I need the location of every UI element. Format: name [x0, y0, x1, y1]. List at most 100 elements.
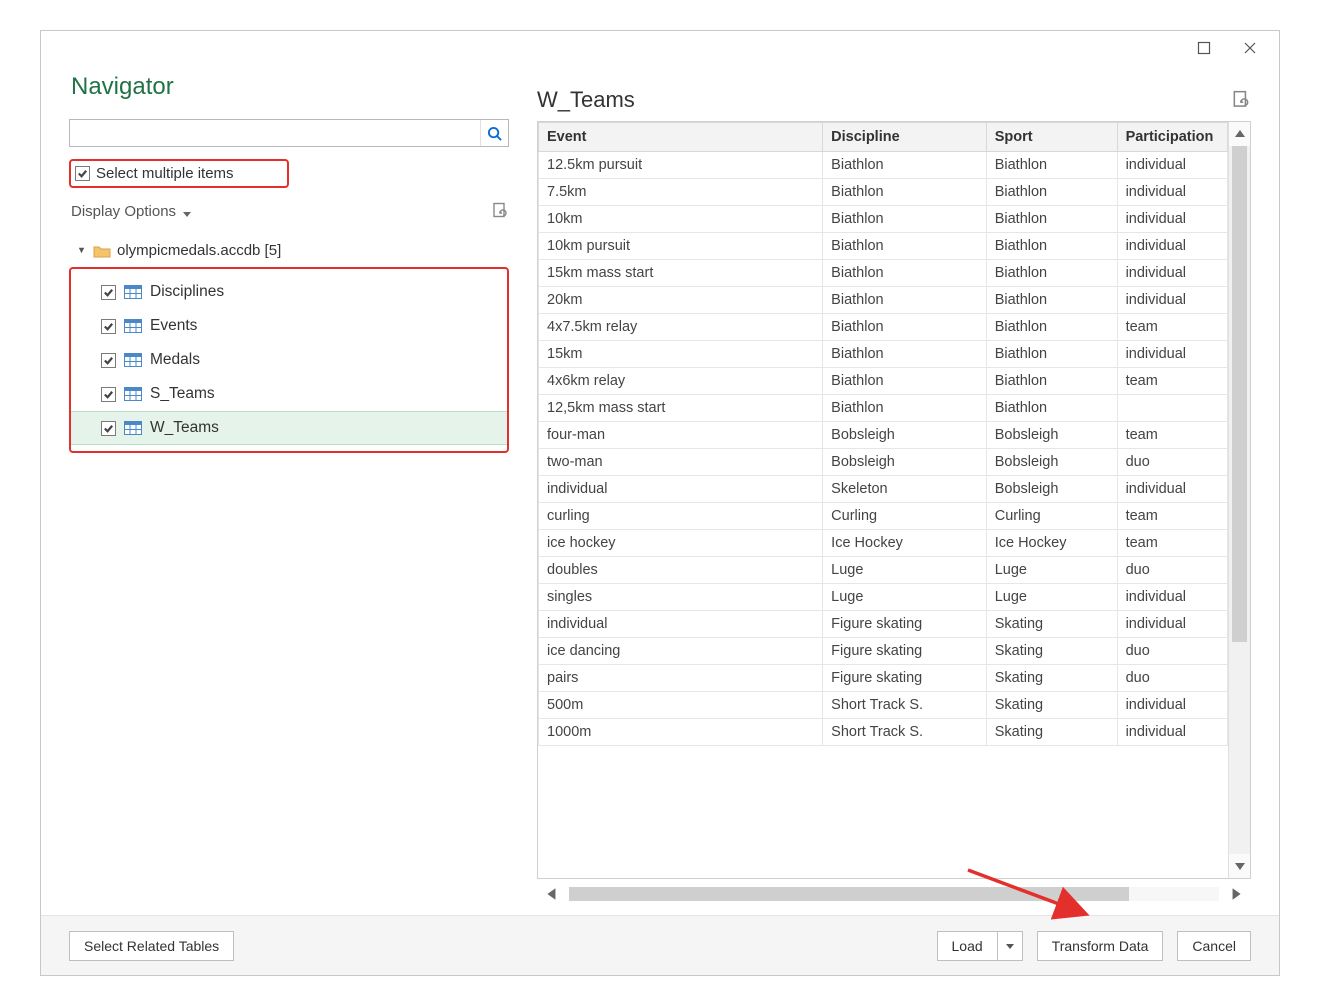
table-row[interactable]: individualFigure skatingSkatingindividua… [539, 611, 1228, 638]
scroll-right-icon[interactable] [1221, 883, 1251, 905]
tree-items-group: Disciplines Events Medals S_Teams W_Teams [69, 267, 509, 453]
table-cell: Biathlon [986, 152, 1117, 179]
checkbox-icon [101, 285, 116, 300]
table-cell: curling [539, 503, 823, 530]
tree-item-label: Events [150, 317, 197, 335]
select-multiple-items-checkbox[interactable]: Select multiple items [69, 159, 289, 188]
checkbox-icon [101, 353, 116, 368]
data-table: EventDisciplineSportParticipation 12.5km… [538, 122, 1228, 746]
load-dropdown-button[interactable] [997, 931, 1023, 961]
table-cell: Biathlon [986, 341, 1117, 368]
table-row[interactable]: 12.5km pursuitBiathlonBiathlonindividual [539, 152, 1228, 179]
tree-item-label: Medals [150, 351, 200, 369]
tree-item-s_teams[interactable]: S_Teams [71, 377, 507, 411]
table-row[interactable]: 10km pursuitBiathlonBiathlonindividual [539, 233, 1228, 260]
tree-item-events[interactable]: Events [71, 309, 507, 343]
load-button[interactable]: Load [937, 931, 997, 961]
table-cell: team [1117, 314, 1227, 341]
table-cell: Biathlon [986, 395, 1117, 422]
table-cell: Biathlon [986, 206, 1117, 233]
table-cell: two-man [539, 449, 823, 476]
table-cell: individual [1117, 719, 1227, 746]
table-cell: Bobsleigh [823, 422, 987, 449]
tree-item-w_teams[interactable]: W_Teams [71, 411, 507, 445]
table-row[interactable]: two-manBobsleighBobsleighduo [539, 449, 1228, 476]
select-related-tables-button[interactable]: Select Related Tables [69, 931, 234, 961]
table-row[interactable]: curlingCurlingCurlingteam [539, 503, 1228, 530]
column-header[interactable]: Event [539, 123, 823, 152]
table-cell: Biathlon [986, 287, 1117, 314]
table-cell: ice hockey [539, 530, 823, 557]
scroll-thumb[interactable] [1232, 146, 1247, 642]
left-pane: Navigator Select multiple items [69, 67, 509, 905]
table-row[interactable]: individualSkeletonBobsleighindividual [539, 476, 1228, 503]
column-header[interactable]: Participation [1117, 123, 1227, 152]
search-input[interactable] [70, 121, 480, 145]
maximize-button[interactable] [1181, 34, 1227, 64]
cancel-button[interactable]: Cancel [1177, 931, 1251, 961]
column-header[interactable]: Discipline [823, 123, 987, 152]
table-row[interactable]: ice hockeyIce HockeyIce Hockeyteam [539, 530, 1228, 557]
table-icon [124, 421, 142, 435]
file-refresh-icon[interactable] [491, 202, 509, 220]
table-row[interactable]: 15kmBiathlonBiathlonindividual [539, 341, 1228, 368]
tree-item-disciplines[interactable]: Disciplines [71, 275, 507, 309]
table-row[interactable]: singlesLugeLugeindividual [539, 584, 1228, 611]
table-cell: individual [1117, 233, 1227, 260]
table-cell: 500m [539, 692, 823, 719]
table-row[interactable]: pairsFigure skatingSkatingduo [539, 665, 1228, 692]
table-cell: team [1117, 368, 1227, 395]
tree-folder[interactable]: olympicmedals.accdb [5] [69, 238, 509, 263]
tree-item-medals[interactable]: Medals [71, 343, 507, 377]
table-cell: Biathlon [986, 314, 1117, 341]
table-row[interactable]: ice dancingFigure skatingSkatingduo [539, 638, 1228, 665]
table-row[interactable]: 4x7.5km relayBiathlonBiathlonteam [539, 314, 1228, 341]
preview-title: W_Teams [537, 87, 635, 113]
table-cell: Biathlon [823, 206, 987, 233]
table-cell: Skating [986, 611, 1117, 638]
search-icon[interactable] [480, 120, 508, 146]
table-cell: Biathlon [986, 179, 1117, 206]
table-cell: Skating [986, 638, 1117, 665]
table-icon [124, 387, 142, 401]
table-row[interactable]: 500mShort Track S.Skatingindividual [539, 692, 1228, 719]
table-row[interactable]: 1000mShort Track S.Skatingindividual [539, 719, 1228, 746]
table-row[interactable]: 12,5km mass startBiathlonBiathlon [539, 395, 1228, 422]
refresh-icon[interactable] [1231, 90, 1251, 110]
scroll-track-horizontal[interactable] [569, 887, 1219, 901]
table-row[interactable]: 10kmBiathlonBiathlonindividual [539, 206, 1228, 233]
scroll-down-icon[interactable] [1229, 854, 1250, 878]
table-cell: individual [1117, 260, 1227, 287]
table-cell: Biathlon [823, 260, 987, 287]
table-row[interactable]: doublesLugeLugeduo [539, 557, 1228, 584]
table-cell: individual [539, 476, 823, 503]
table-row[interactable]: four-manBobsleighBobsleighteam [539, 422, 1228, 449]
table-cell: duo [1117, 449, 1227, 476]
scroll-left-icon[interactable] [537, 883, 567, 905]
tree-item-label: W_Teams [150, 419, 219, 437]
scroll-up-icon[interactable] [1229, 122, 1250, 146]
table-row[interactable]: 15km mass startBiathlonBiathlonindividua… [539, 260, 1228, 287]
collapse-caret-icon[interactable] [75, 242, 87, 259]
table-cell: Biathlon [823, 341, 987, 368]
table-row[interactable]: 7.5kmBiathlonBiathlonindividual [539, 179, 1228, 206]
display-options-dropdown[interactable]: Display Options [69, 203, 192, 220]
column-header[interactable]: Sport [986, 123, 1117, 152]
vertical-scrollbar[interactable] [1228, 122, 1250, 878]
table-cell: ice dancing [539, 638, 823, 665]
chevron-down-icon [182, 206, 192, 216]
table-cell: Ice Hockey [986, 530, 1117, 557]
table-row[interactable]: 4x6km relayBiathlonBiathlonteam [539, 368, 1228, 395]
table-row[interactable]: 20kmBiathlonBiathlonindividual [539, 287, 1228, 314]
scroll-track[interactable] [1229, 146, 1250, 854]
transform-data-button[interactable]: Transform Data [1037, 931, 1164, 961]
close-button[interactable] [1227, 34, 1273, 64]
dialog-title: Navigator [71, 73, 509, 101]
table-cell: Biathlon [823, 287, 987, 314]
table-cell: 12.5km pursuit [539, 152, 823, 179]
table-cell: Figure skating [823, 665, 987, 692]
folder-icon [93, 244, 111, 258]
search-field[interactable] [69, 119, 509, 147]
horizontal-scrollbar[interactable] [537, 883, 1251, 905]
table-cell: Ice Hockey [823, 530, 987, 557]
